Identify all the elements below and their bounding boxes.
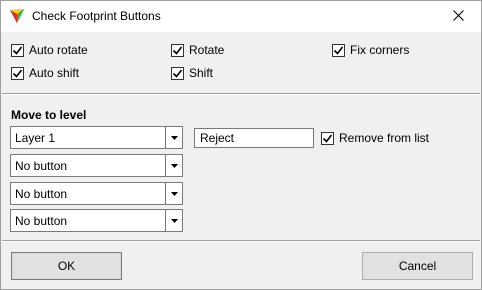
auto-rotate-checkbox[interactable]: Auto rotate bbox=[11, 42, 88, 58]
dialog-window: Check Footprint Buttons Auto rotate Rota… bbox=[0, 0, 482, 290]
combo-value: No button bbox=[15, 187, 68, 201]
rotate-label: Rotate bbox=[189, 43, 225, 57]
remove-from-list-label: Remove from list bbox=[339, 131, 430, 145]
chevron-down-icon bbox=[170, 191, 178, 196]
close-icon bbox=[452, 9, 464, 24]
move-to-level-title: Move to level bbox=[11, 108, 87, 122]
checkbox-box[interactable] bbox=[11, 66, 24, 80]
chevron-down-icon bbox=[170, 163, 178, 168]
auto-shift-label: Auto shift bbox=[29, 66, 80, 80]
title-bar: Check Footprint Buttons bbox=[1, 1, 481, 32]
dropdown-button[interactable] bbox=[165, 183, 182, 204]
rotate-checkbox[interactable]: Rotate bbox=[171, 42, 224, 58]
dropdown-button[interactable] bbox=[165, 127, 182, 148]
auto-shift-checkbox[interactable]: Auto shift bbox=[11, 65, 79, 81]
window-title: Check Footprint Buttons bbox=[32, 9, 161, 23]
level-combo-3[interactable]: No button bbox=[10, 182, 183, 205]
shift-label: Shift bbox=[189, 66, 214, 80]
checkbox-box[interactable] bbox=[171, 66, 184, 80]
close-button[interactable] bbox=[435, 1, 481, 32]
auto-rotate-label: Auto rotate bbox=[29, 43, 88, 57]
checkbox-box[interactable] bbox=[171, 43, 184, 57]
remove-from-list-checkbox[interactable]: Remove from list bbox=[321, 130, 429, 146]
checkbox-box[interactable] bbox=[332, 43, 345, 57]
combo-value: No button bbox=[15, 214, 68, 228]
combo-value: No button bbox=[15, 159, 68, 173]
chevron-down-icon bbox=[170, 218, 178, 223]
reject-input[interactable] bbox=[195, 129, 313, 147]
fix-corners-checkbox[interactable]: Fix corners bbox=[332, 42, 409, 58]
checkbox-box[interactable] bbox=[321, 131, 334, 145]
dropdown-button[interactable] bbox=[165, 210, 182, 231]
level-combo-1[interactable]: Layer 1 bbox=[10, 126, 183, 149]
separator bbox=[2, 93, 480, 95]
dropdown-button[interactable] bbox=[165, 155, 182, 176]
chevron-down-icon bbox=[170, 135, 178, 140]
reject-field[interactable] bbox=[194, 128, 314, 148]
separator bbox=[2, 240, 480, 242]
fix-corners-label: Fix corners bbox=[350, 43, 410, 57]
checkbox-box[interactable] bbox=[11, 43, 24, 57]
combo-value: Layer 1 bbox=[15, 131, 56, 145]
level-combo-4[interactable]: No button bbox=[10, 209, 183, 232]
ok-button[interactable]: OK bbox=[11, 252, 122, 280]
level-combo-2[interactable]: No button bbox=[10, 154, 183, 177]
app-triangle-icon bbox=[9, 8, 25, 24]
shift-checkbox[interactable]: Shift bbox=[171, 65, 213, 81]
cancel-button[interactable]: Cancel bbox=[362, 252, 473, 280]
